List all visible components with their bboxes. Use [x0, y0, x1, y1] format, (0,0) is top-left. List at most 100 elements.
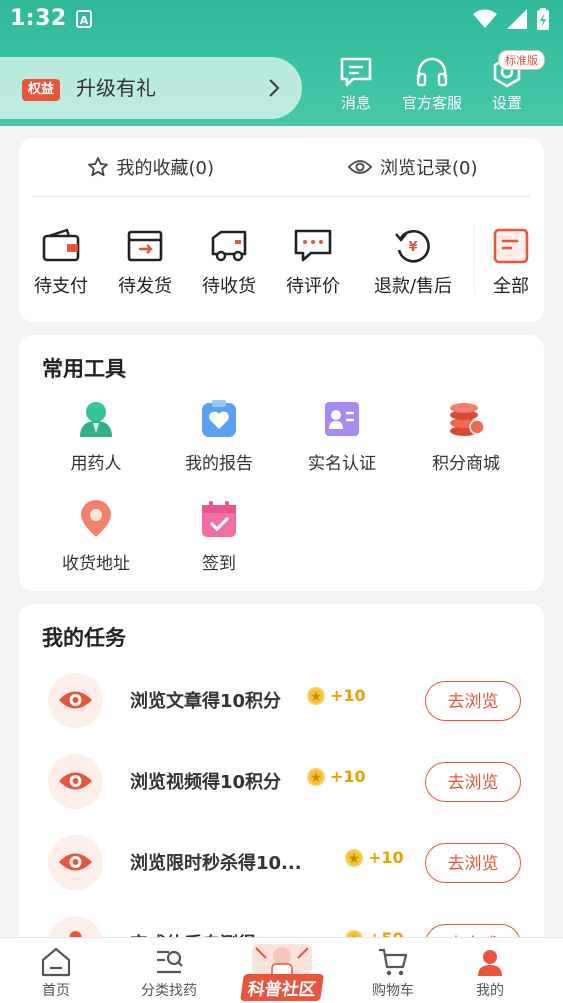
person-icon [80, 402, 112, 437]
task-points: +10 [307, 767, 366, 786]
task-points-value: +10 [368, 848, 404, 867]
nav-profile[interactable]: 我的 [445, 946, 535, 1000]
eye-icon [348, 160, 372, 174]
orders-card: 我的收藏(0) 浏览记录(0) 待支付 待发货 待收货 待评价 ¥ 退款/售后 [19, 138, 544, 322]
order-label: 退款/售后 [373, 276, 453, 297]
tool-my-report[interactable]: 我的报告 [164, 399, 274, 474]
tabs-divider [33, 196, 530, 197]
tool-label: 收货地址 [62, 554, 130, 574]
account-tabs: 我的收藏(0) 浏览记录(0) [19, 138, 544, 196]
tool-label: 签到 [202, 554, 236, 574]
tool-label: 积分商城 [432, 454, 500, 474]
truck-icon [211, 230, 247, 262]
coin-icon [307, 686, 325, 705]
order-pending-receipt[interactable]: 待收货 [187, 228, 271, 298]
task-name: 浏览视频得10积分 [130, 772, 282, 793]
tool-check-in[interactable]: 签到 [164, 499, 274, 574]
promo-tag: 权益 [22, 79, 61, 101]
task-icon-circle [48, 835, 103, 890]
task-item: 浏览限时秒杀得10... +10 去浏览 [19, 829, 544, 899]
tools-title: 常用工具 [42, 357, 126, 381]
task-icon-circle [48, 754, 103, 809]
promo-text: 升级有礼 [76, 76, 156, 100]
task-icon-circle [48, 673, 103, 728]
customer-service-button[interactable]: 官方客服 [397, 56, 467, 113]
order-label: 全部 [493, 276, 529, 297]
task-points: +10 [345, 848, 404, 867]
nav-cart[interactable]: 购物车 [348, 946, 438, 1000]
nav-label: 我的 [476, 983, 504, 999]
svg-text:¥: ¥ [408, 240, 417, 255]
list-icon [493, 228, 529, 264]
box-icon [127, 230, 163, 262]
id-card-icon [325, 402, 359, 436]
tasks-card: 我的任务 浏览文章得10积分 +10 去浏览 浏览视频得10积分 +10 去浏览… [19, 604, 544, 949]
order-label: 待收货 [202, 276, 256, 297]
nav-label: 科普社区 [240, 974, 324, 1001]
tab-history[interactable]: 浏览记录(0) [282, 138, 545, 196]
bottom-navigation: 首页 分类找药 科普社区 购物车 我的 [0, 937, 563, 1003]
upgrade-promo-banner[interactable]: 权益 升级有礼 [0, 57, 302, 119]
nav-category[interactable]: 分类找药 [124, 946, 214, 1000]
tool-points-mall[interactable]: 积分商城 [411, 399, 521, 474]
task-action-button[interactable]: 去浏览 [425, 843, 521, 883]
task-points: +10 [307, 686, 366, 705]
coins-icon [450, 403, 485, 436]
eye-icon [59, 853, 92, 871]
signal-icon [507, 9, 527, 29]
profile-icon [478, 950, 502, 976]
cart-icon [379, 948, 408, 976]
tool-label: 实名认证 [308, 454, 376, 474]
favorites-label: 我的收藏(0) [116, 158, 215, 179]
header-bar: 1:32 A 权益 升级有礼 消息 官方客服 设置 标准版 [0, 0, 563, 126]
order-all[interactable]: 全部 [469, 228, 553, 298]
coin-icon [345, 848, 363, 867]
message-icon [340, 57, 372, 87]
order-pending-payment[interactable]: 待支付 [19, 228, 103, 298]
notification-a-icon: A [76, 10, 92, 28]
messages-label: 消息 [340, 94, 371, 112]
nav-community[interactable]: 科普社区 [232, 938, 332, 1003]
chevron-right-icon [269, 79, 280, 97]
coin-icon [307, 767, 325, 786]
history-label: 浏览记录(0) [380, 158, 478, 179]
order-pending-shipment[interactable]: 待发货 [103, 228, 187, 298]
headset-icon [416, 57, 448, 87]
wifi-icon [473, 9, 497, 28]
home-icon [41, 947, 71, 977]
nav-label: 首页 [42, 983, 70, 999]
star-icon [87, 157, 108, 177]
task-points-value: +10 [330, 767, 366, 786]
task-item: 浏览文章得10积分 +10 去浏览 [19, 667, 544, 737]
task-points-value: +10 [330, 686, 366, 705]
task-action-button[interactable]: 去浏览 [425, 762, 521, 802]
status-time: 1:32 [10, 6, 67, 31]
order-label: 待支付 [34, 276, 88, 297]
tool-medication-user[interactable]: 用药人 [41, 399, 151, 474]
order-status-row: 待支付 待发货 待收货 待评价 ¥ 退款/售后 全部 [19, 216, 544, 306]
status-icons [473, 8, 549, 30]
task-name: 浏览文章得10积分 [130, 691, 282, 712]
refund-icon: ¥ [395, 229, 430, 263]
tasks-title: 我的任务 [42, 626, 126, 650]
order-label: 待发货 [118, 276, 172, 297]
order-pending-review[interactable]: 待评价 [271, 228, 355, 298]
messages-button[interactable]: 消息 [321, 56, 391, 113]
tool-real-name-verification[interactable]: 实名认证 [287, 399, 397, 474]
report-icon [202, 400, 236, 437]
order-refund-aftersale[interactable]: ¥ 退款/售后 [365, 228, 461, 298]
nav-label: 分类找药 [141, 983, 197, 999]
edition-badge: 标准版 [498, 50, 545, 70]
customer-service-label: 官方客服 [401, 94, 462, 112]
tab-favorites[interactable]: 我的收藏(0) [19, 138, 282, 196]
task-action-button[interactable]: 去浏览 [425, 681, 521, 721]
calendar-check-icon [202, 501, 236, 537]
tool-shipping-address[interactable]: 收货地址 [41, 499, 151, 574]
eye-icon [59, 772, 92, 790]
eye-icon [59, 691, 92, 709]
location-icon [81, 500, 111, 537]
settings-label: 设置 [491, 94, 522, 112]
nav-home[interactable]: 首页 [11, 946, 101, 1000]
tool-label: 用药人 [70, 454, 122, 474]
task-name: 浏览限时秒杀得10... [130, 853, 302, 874]
